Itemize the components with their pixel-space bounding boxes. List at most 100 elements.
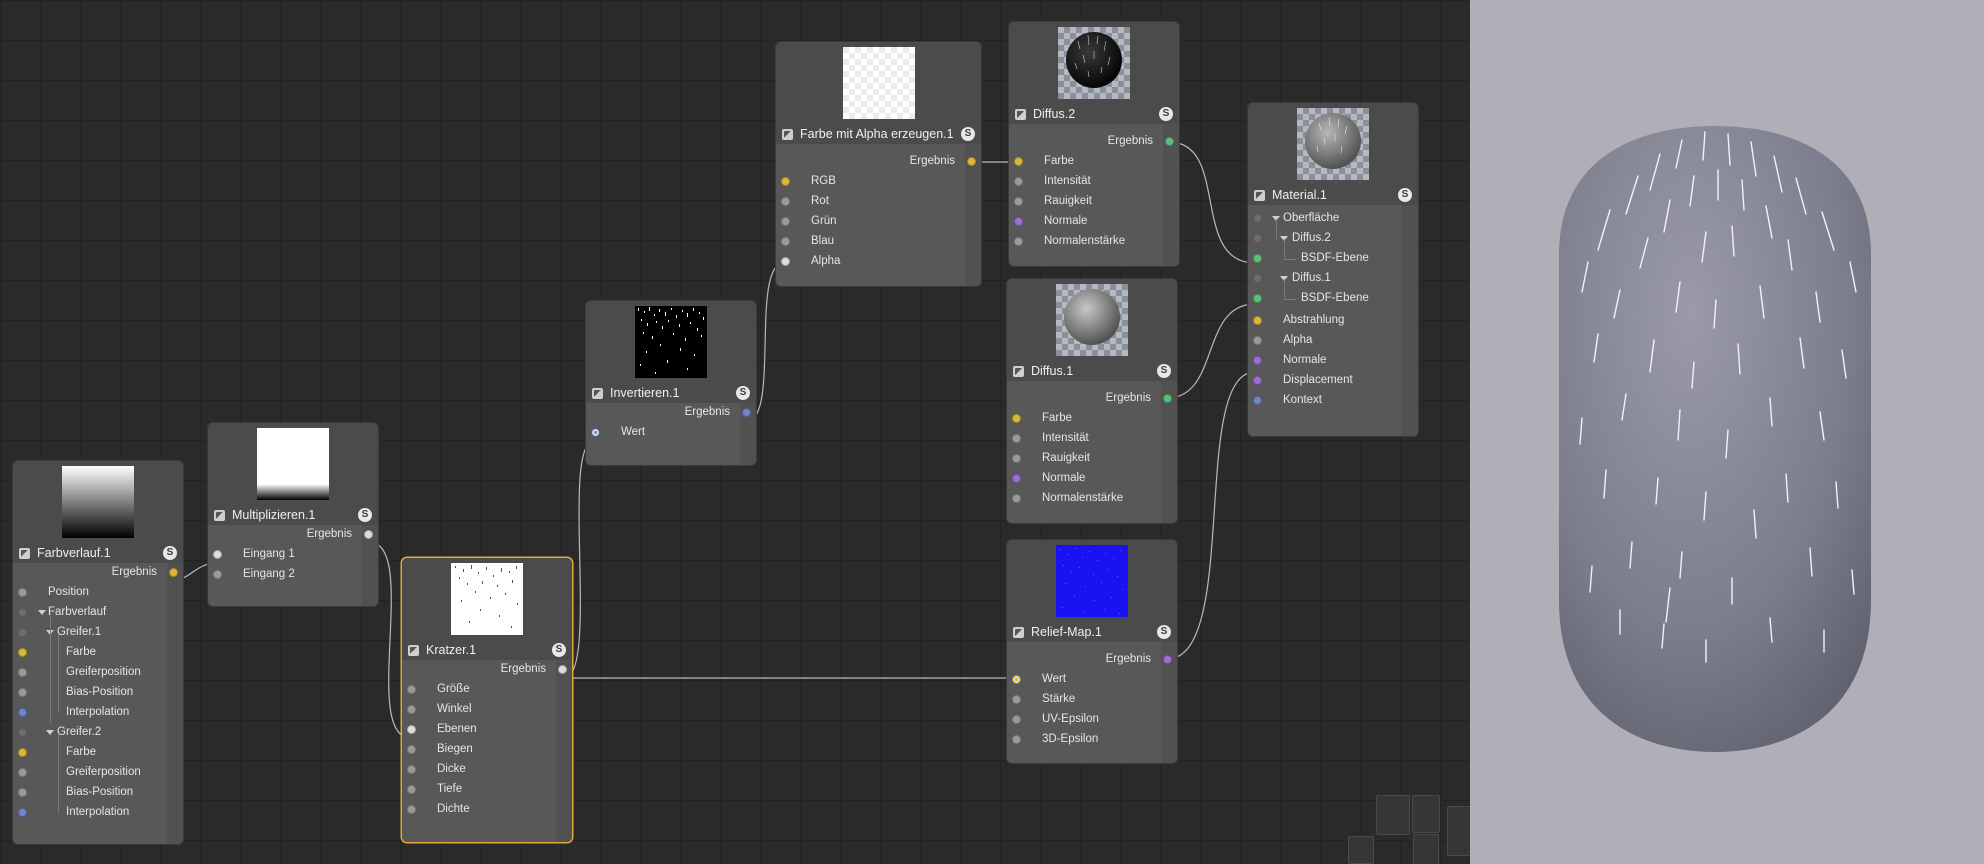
input-label: Winkel [437, 703, 472, 715]
input-port[interactable] [1012, 735, 1021, 744]
expand-triangle-icon[interactable] [38, 610, 46, 615]
node-invertieren[interactable]: Invertieren.1 S Ergebnis Wert [586, 301, 756, 465]
input-port[interactable] [18, 608, 27, 617]
input-port[interactable] [407, 705, 416, 714]
input-label: Größe [437, 683, 470, 695]
input-port[interactable] [407, 725, 416, 734]
input-port[interactable] [1253, 214, 1262, 223]
solo-icon[interactable]: S [1157, 364, 1171, 378]
input-port[interactable] [591, 428, 600, 437]
input-port[interactable] [18, 808, 27, 817]
input-port[interactable] [18, 668, 27, 677]
input-port[interactable] [18, 688, 27, 697]
input-label: Greifer.1 [57, 626, 102, 638]
input-port[interactable] [1253, 396, 1262, 405]
input-port[interactable] [18, 648, 27, 657]
node-kratzer[interactable]: Kratzer.1 S Ergebnis Größe Winkel Ebenen … [402, 558, 572, 842]
input-label: Bias-Position [66, 786, 134, 798]
output-port[interactable] [169, 568, 178, 577]
input-port[interactable] [781, 257, 790, 266]
node-diffus-2[interactable]: Diffus.2 S Ergebnis Farbe Intensität Raui… [1009, 22, 1179, 266]
input-port[interactable] [1012, 414, 1021, 423]
input-port[interactable] [213, 570, 222, 579]
input-port[interactable] [1253, 234, 1262, 243]
input-port[interactable] [18, 628, 27, 637]
input-port[interactable] [18, 728, 27, 737]
node-relief-map[interactable]: Relief-Map.1 S Ergebnis Wert Stärke UV-Ep… [1007, 540, 1177, 763]
input-port[interactable] [1253, 376, 1262, 385]
input-port[interactable] [18, 748, 27, 757]
input-label: Wert [621, 426, 646, 438]
output-port[interactable] [1165, 137, 1174, 146]
input-port[interactable] [781, 237, 790, 246]
input-port[interactable] [1012, 474, 1021, 483]
input-label: Farbe [1042, 412, 1073, 424]
input-port[interactable] [213, 550, 222, 559]
input-port[interactable] [1253, 254, 1262, 263]
output-label: Ergebnis [111, 566, 157, 578]
node-farbe-mit-alpha[interactable]: Farbe mit Alpha erzeugen.1 S Ergebnis RGB… [776, 42, 981, 286]
input-label: Intensität [1044, 175, 1091, 187]
output-port[interactable] [1163, 394, 1172, 403]
input-port[interactable] [407, 685, 416, 694]
input-port[interactable] [18, 708, 27, 717]
input-port[interactable] [1253, 336, 1262, 345]
output-port[interactable] [1163, 655, 1172, 664]
solo-icon[interactable]: S [1159, 107, 1173, 121]
node-type-icon [1015, 108, 1026, 120]
output-port[interactable] [742, 408, 751, 417]
input-port[interactable] [18, 768, 27, 777]
solo-icon[interactable]: S [736, 386, 750, 400]
node-farbverlauf[interactable]: Farbverlauf.1 S Ergebnis Position Farbver… [13, 461, 183, 844]
input-port[interactable] [407, 785, 416, 794]
input-port[interactable] [1012, 434, 1021, 443]
node-material[interactable]: Material.1 S Oberfläche Diffus.2 BSDF-Ebe… [1248, 103, 1418, 436]
solo-icon[interactable]: S [1157, 625, 1171, 639]
input-port[interactable] [781, 177, 790, 186]
input-port[interactable] [407, 805, 416, 814]
input-port[interactable] [1012, 494, 1021, 503]
output-port[interactable] [558, 665, 567, 674]
tree-line [1284, 279, 1285, 299]
solo-icon[interactable]: S [552, 643, 566, 657]
input-label: Farbe [1044, 155, 1075, 167]
input-port[interactable] [18, 788, 27, 797]
expand-triangle-icon[interactable] [46, 730, 54, 735]
node-type-icon [592, 387, 603, 399]
input-port[interactable] [1253, 356, 1262, 365]
input-label: Stärke [1042, 693, 1076, 705]
solo-icon[interactable]: S [961, 127, 975, 141]
input-port[interactable] [1014, 177, 1023, 186]
input-port[interactable] [18, 588, 27, 597]
input-port[interactable] [1014, 197, 1023, 206]
input-port[interactable] [407, 765, 416, 774]
output-port[interactable] [967, 157, 976, 166]
input-port[interactable] [1012, 675, 1021, 684]
multiply-preview [257, 428, 329, 500]
node-multiplizieren[interactable]: Multiplizieren.1 S Ergebnis Eingang 1 Ein… [208, 423, 378, 606]
input-port[interactable] [1253, 294, 1262, 303]
input-port[interactable] [781, 217, 790, 226]
input-port[interactable] [1012, 715, 1021, 724]
input-port[interactable] [781, 197, 790, 206]
solo-icon[interactable]: S [358, 508, 372, 522]
tree-line [1276, 219, 1277, 239]
input-port[interactable] [1253, 316, 1262, 325]
solo-icon[interactable]: S [1398, 188, 1412, 202]
3d-viewport[interactable] [1470, 0, 1984, 864]
input-port[interactable] [407, 745, 416, 754]
solo-icon[interactable]: S [163, 546, 177, 560]
input-port[interactable] [1014, 157, 1023, 166]
input-port[interactable] [1012, 695, 1021, 704]
node-diffus-1[interactable]: Diffus.1 S Ergebnis Farbe Intensität Raui… [1007, 279, 1177, 523]
navigator-minimap[interactable] [1376, 795, 1410, 835]
diffuse2-preview [1058, 27, 1130, 99]
node-editor[interactable]: Farbverlauf.1 S Ergebnis Position Farbver… [0, 0, 1470, 864]
wire-diffus1-material [1166, 303, 1256, 399]
output-port[interactable] [364, 530, 373, 539]
input-port[interactable] [1014, 217, 1023, 226]
input-port[interactable] [1253, 274, 1262, 283]
input-port[interactable] [1012, 454, 1021, 463]
output-label: Ergebnis [306, 528, 352, 540]
input-port[interactable] [1014, 237, 1023, 246]
